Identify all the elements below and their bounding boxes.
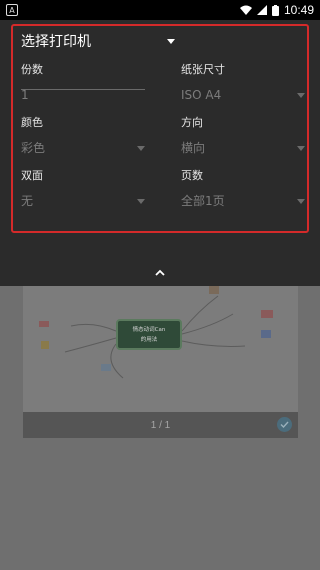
preview-footer: 1 / 1	[23, 412, 298, 438]
duplex-field: 双面 无	[21, 167, 147, 209]
battery-icon	[271, 4, 279, 16]
page-indicator: 1 / 1	[150, 419, 171, 431]
status-bar: A 10:49	[0, 0, 320, 20]
paper-size-select[interactable]: ISO A4	[181, 87, 307, 103]
paper-size-field: 纸张尺寸 ISO A4	[181, 61, 307, 103]
duplex-label: 双面	[21, 169, 43, 182]
mindmap-title-line2: 的用法	[140, 337, 158, 343]
orientation-label: 方向	[181, 116, 203, 129]
page-selected-check-icon[interactable]	[277, 417, 292, 432]
orientation-dropdown-icon	[297, 146, 305, 151]
printer-select-label: 选择打印机	[21, 34, 91, 50]
paper-size-value: ISO A4	[181, 88, 222, 102]
pages-label: 页数	[181, 169, 203, 182]
copies-field: 份数 1	[21, 61, 147, 103]
signal-icon	[256, 5, 267, 15]
orientation-select[interactable]: 横向	[181, 140, 307, 156]
pages-select[interactable]: 全部1页	[181, 193, 307, 209]
wifi-icon	[239, 5, 252, 15]
orientation-field: 方向 横向	[181, 114, 307, 156]
print-options-highlight: 选择打印机 份数 1 纸张尺寸 ISO A4 颜色 彩色 方向 横向 双面 无 …	[11, 24, 309, 233]
print-preview-page[interactable]: 情态动词Can 的用法	[23, 286, 298, 412]
pages-field: 页数 全部1页	[181, 167, 307, 209]
copies-underline	[21, 89, 145, 90]
copies-label: 份数	[21, 63, 43, 76]
duplex-value: 无	[21, 194, 34, 208]
color-value: 彩色	[21, 141, 46, 155]
notification-icon: A	[6, 4, 18, 16]
status-time: 10:49	[283, 3, 314, 17]
print-options-panel: 选择打印机 份数 1 纸张尺寸 ISO A4 颜色 彩色 方向 横向 双面 无 …	[0, 20, 320, 286]
printer-dropdown-arrow-icon[interactable]	[167, 39, 175, 44]
printer-select[interactable]: 选择打印机	[21, 31, 91, 51]
orientation-value: 横向	[181, 141, 206, 155]
pages-value: 全部1页	[181, 194, 225, 208]
duplex-select[interactable]: 无	[21, 193, 147, 209]
duplex-dropdown-icon	[137, 199, 145, 204]
color-select[interactable]: 彩色	[21, 140, 147, 156]
color-dropdown-icon	[137, 146, 145, 151]
color-field: 颜色 彩色	[21, 114, 147, 156]
collapse-options-button[interactable]	[150, 264, 170, 280]
paper-size-label: 纸张尺寸	[181, 63, 225, 76]
status-icons: 10:49	[239, 3, 314, 17]
color-label: 颜色	[21, 116, 43, 129]
pages-dropdown-icon	[297, 199, 305, 204]
mindmap-title-line1: 情态动词Can	[132, 327, 166, 333]
mindmap-center-node: 情态动词Can 的用法	[116, 319, 182, 350]
chevron-up-icon	[155, 269, 165, 276]
paper-size-dropdown-icon	[297, 93, 305, 98]
